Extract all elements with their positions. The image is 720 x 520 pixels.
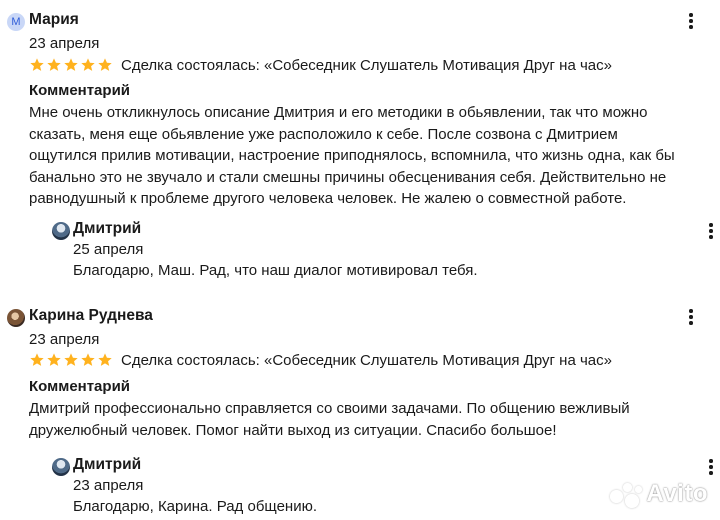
star-icon (98, 58, 112, 71)
review-card: М Мария 23 апреля Сделка состоялась: «Со… (0, 8, 720, 279)
avito-watermark: Avito (609, 480, 708, 508)
more-vertical-icon[interactable] (688, 308, 694, 326)
star-icon (30, 353, 44, 366)
comment-line: банально это не звучало и стали смешны п… (29, 168, 667, 186)
comment-line: равнодушный к проблеме другого человека … (29, 190, 627, 208)
star-icon (30, 58, 44, 71)
rating-row: Сделка состоялась: «Собеседник Слушатель… (29, 349, 612, 371)
comment-text: Мне очень откликнулось описание Дмитрия … (29, 102, 699, 210)
more-vertical-icon[interactable] (708, 222, 714, 240)
comment-line: дружелюбный человек. Помог найти выход и… (29, 421, 557, 439)
reply-text: Благодарю, Маш. Рад, что наш диалог моти… (73, 262, 478, 279)
seller-reply: Дмитрий 25 апреля Благодарю, Маш. Рад, ч… (50, 218, 713, 288)
reply-text: Благодарю, Карина. Рад общению. (73, 498, 318, 515)
review-header: Карина Руднева (0, 304, 720, 330)
avatar-letter: М (11, 16, 21, 28)
more-vertical-icon[interactable] (688, 12, 694, 30)
deal-status[interactable]: Сделка состоялась: «Собеседник Слушатель… (121, 57, 612, 74)
star-icon (98, 353, 112, 366)
star-icon (47, 58, 61, 71)
comment-line: сказать, меня еще обьявление уже располо… (29, 125, 618, 143)
avatar[interactable] (7, 309, 25, 327)
avatar[interactable]: М (7, 13, 25, 31)
comment-label: Комментарий (29, 82, 131, 99)
comment-line: Мне очень откликнулось описание Дмитрия … (29, 104, 648, 121)
star-icon (64, 353, 78, 366)
avito-wordmark: Avito (646, 480, 708, 507)
review-date: 23 апреля (29, 35, 100, 52)
star-rating (29, 352, 113, 368)
review-date: 23 апреля (29, 331, 100, 348)
avatar[interactable] (52, 222, 70, 240)
comment-label: Комментарий (29, 378, 131, 395)
comment-text: Дмитрий профессионально справляется со с… (29, 398, 699, 441)
review-author[interactable]: Мария (29, 11, 79, 29)
reply-author[interactable]: Дмитрий (73, 456, 141, 474)
avatar[interactable] (52, 458, 70, 476)
more-vertical-icon[interactable] (708, 458, 714, 476)
review-author[interactable]: Карина Руднева (29, 307, 153, 325)
star-icon (81, 58, 95, 71)
rating-row: Сделка состоялась: «Собеседник Слушатель… (29, 54, 612, 76)
star-icon (47, 353, 61, 366)
comment-line: Дмитрий профессионально справляется со с… (29, 400, 630, 417)
comment-line: ощутился прилив мотивации, настроение пр… (29, 147, 675, 165)
seller-reply: Дмитрий 23 апреля Благодарю, Карина. Рад… (50, 454, 713, 520)
review-card: Карина Руднева 23 апреля Сделка состояла… (0, 304, 720, 515)
star-icon (81, 353, 95, 366)
reply-date: 25 апреля (73, 241, 144, 258)
reply-date: 23 апреля (73, 477, 144, 494)
deal-status[interactable]: Сделка состоялась: «Собеседник Слушатель… (121, 352, 612, 369)
avito-logo-icon (609, 481, 643, 508)
review-header: М Мария (0, 8, 720, 34)
star-icon (64, 58, 78, 71)
reply-author[interactable]: Дмитрий (73, 220, 141, 238)
star-rating (29, 57, 113, 73)
